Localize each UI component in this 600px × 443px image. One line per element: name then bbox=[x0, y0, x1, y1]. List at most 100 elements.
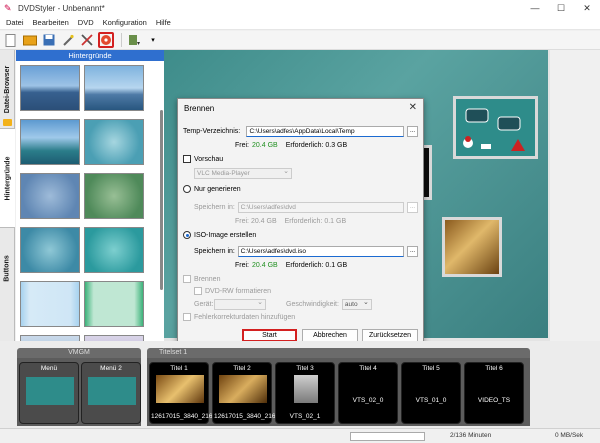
background-thumb[interactable] bbox=[20, 65, 80, 111]
iso-free-label: Frei: bbox=[235, 261, 249, 269]
video-thumbnail bbox=[219, 375, 267, 403]
generate-save-label: Speichern in: bbox=[194, 203, 235, 211]
folder-icon bbox=[3, 119, 12, 126]
tab-file-browser-label: Datei-Browser bbox=[4, 65, 11, 113]
title-item-1-label: Titel 1 bbox=[170, 365, 188, 372]
iso-browse-button[interactable]: ... bbox=[407, 245, 418, 257]
title-item-3[interactable]: Titel 3 VTS_02_1 bbox=[275, 362, 335, 424]
temp-dir-input[interactable]: C:\Users\adfes\AppData\Local\Temp bbox=[246, 125, 405, 137]
title-item-4-name: VTS_02_0 bbox=[352, 397, 384, 404]
settings-tools-icon[interactable] bbox=[79, 32, 95, 48]
menu-hilfe[interactable]: Hilfe bbox=[156, 18, 171, 27]
backgrounds-panel: Hintergründe bbox=[16, 50, 164, 341]
tab-file-browser[interactable]: Datei-Browser bbox=[0, 50, 15, 128]
minimize-icon[interactable]: — bbox=[522, 0, 548, 16]
iso-radio[interactable] bbox=[183, 231, 191, 239]
title-item-5-label: Titel 5 bbox=[422, 365, 440, 372]
title-item-2-label: Titel 2 bbox=[233, 365, 251, 372]
generate-only-row[interactable]: Nur generieren bbox=[183, 183, 418, 195]
menu-button-1[interactable] bbox=[453, 96, 538, 159]
background-thumb[interactable] bbox=[84, 119, 144, 165]
wand-icon[interactable] bbox=[60, 32, 76, 48]
panel-scrollbar[interactable] bbox=[160, 110, 163, 290]
preview-row[interactable]: Vorschau bbox=[183, 153, 418, 165]
tab-buttons-label: Buttons bbox=[4, 254, 12, 282]
generate-path-row: Speichern in: C:\Users\adfes\dvd ... bbox=[183, 201, 418, 213]
background-thumb[interactable] bbox=[84, 281, 144, 327]
title-item-1-name: 12617015_3840_2160_30fps bbox=[151, 413, 236, 420]
format-row[interactable]: DVD-RW formatieren bbox=[183, 285, 418, 297]
title-item-2[interactable]: Titel 2 12617015_3840_2160_30fps bbox=[212, 362, 299, 424]
toolbar: ▾ bbox=[0, 31, 600, 50]
generate-browse-button[interactable]: ... bbox=[407, 201, 418, 213]
ecc-checkbox[interactable] bbox=[183, 313, 191, 321]
iso-row[interactable]: ISO-Image erstellen bbox=[183, 229, 418, 241]
new-file-icon[interactable] bbox=[3, 32, 19, 48]
background-thumb[interactable] bbox=[20, 119, 80, 165]
background-thumb[interactable] bbox=[20, 281, 80, 327]
tab-backgrounds-label: Hintergründe bbox=[4, 156, 12, 200]
vmgm-menu-1[interactable]: Menü bbox=[19, 362, 79, 424]
generate-info: Frei: 20.4 GB Erforderlich: 0.1 GB bbox=[183, 215, 418, 227]
format-label: DVD-RW formatieren bbox=[205, 287, 271, 295]
menu-bar: Datei Bearbeiten DVD Konfiguration Hilfe bbox=[0, 16, 600, 30]
generate-only-radio[interactable] bbox=[183, 185, 191, 193]
menu-konfiguration[interactable]: Konfiguration bbox=[103, 18, 147, 27]
menu-thumbnail bbox=[26, 377, 74, 405]
background-thumb[interactable] bbox=[84, 227, 144, 273]
title-item-4[interactable]: Titel 4 VTS_02_0 bbox=[338, 362, 398, 424]
open-folder-icon[interactable] bbox=[22, 32, 38, 48]
menu-button-2[interactable] bbox=[442, 217, 502, 277]
titleset-header: Titelset 1 bbox=[147, 348, 530, 358]
temp-dir-info: Frei: 20.4 GB Erforderlich: 0.3 GB bbox=[183, 139, 418, 151]
close-icon[interactable]: ✕ bbox=[409, 102, 417, 113]
rate-status: 0 MB/Sek bbox=[555, 432, 584, 439]
background-thumb[interactable] bbox=[20, 173, 80, 219]
iso-info: Frei: 20.4 GB Erforderlich: 0.1 GB bbox=[183, 259, 418, 271]
title-item-6-label: Titel 6 bbox=[485, 365, 503, 372]
device-row: Gerät: Geschwindigkeit: auto bbox=[183, 298, 418, 310]
preview-checkbox[interactable] bbox=[183, 155, 191, 163]
background-thumb[interactable] bbox=[84, 65, 144, 111]
save-icon[interactable] bbox=[41, 32, 57, 48]
add-file-icon[interactable] bbox=[126, 32, 142, 48]
title-item-1[interactable]: Titel 1 12617015_3840_2160_30fps bbox=[149, 362, 236, 424]
generate-only-label: Nur generieren bbox=[194, 185, 241, 193]
burn-button-icon[interactable] bbox=[98, 32, 114, 48]
player-select[interactable]: VLC Media-Player bbox=[194, 167, 292, 179]
iso-path-input[interactable]: C:\Users\adfes\dvd.iso bbox=[237, 245, 405, 257]
ecc-label: Fehlerkorrekturdaten hinzufügen bbox=[194, 313, 296, 321]
minutes-status: 2/136 Minuten bbox=[450, 432, 492, 439]
ecc-row[interactable]: Fehlerkorrekturdaten hinzufügen bbox=[183, 311, 418, 323]
vmgm-menu-1-label: Menü bbox=[40, 365, 58, 372]
speed-select[interactable]: auto bbox=[341, 298, 372, 310]
vmgm-menu-2[interactable]: Menü 2 bbox=[81, 362, 141, 424]
burn-checkbox[interactable] bbox=[183, 275, 191, 283]
generate-path-input[interactable]: C:\Users\adfes\dvd bbox=[237, 201, 405, 213]
close-icon[interactable]: ✕ bbox=[574, 0, 600, 16]
menu-datei[interactable]: Datei bbox=[6, 18, 24, 27]
title-item-6[interactable]: Titel 6 VIDEO_TS bbox=[464, 362, 524, 424]
title-bar: ✎ DVDStyler - Unbenannt* — ☐ ✕ bbox=[0, 0, 600, 16]
tab-backgrounds[interactable]: Hintergründe bbox=[0, 128, 15, 228]
menu-bearbeiten[interactable]: Bearbeiten bbox=[33, 18, 69, 27]
side-tabs: Datei-Browser Hintergründe Buttons bbox=[0, 50, 15, 341]
title-item-5[interactable]: Titel 5 VTS_01_0 bbox=[401, 362, 461, 424]
background-thumb[interactable] bbox=[20, 227, 80, 273]
temp-dir-browse-button[interactable]: ... bbox=[407, 125, 418, 137]
device-select[interactable] bbox=[214, 298, 266, 310]
maximize-icon[interactable]: ☐ bbox=[548, 0, 574, 16]
title-item-6-name: VIDEO_TS bbox=[477, 397, 511, 404]
menu-dvd[interactable]: DVD bbox=[78, 18, 94, 27]
background-thumb[interactable] bbox=[84, 173, 144, 219]
title-item-3-name: VTS_02_1 bbox=[289, 413, 321, 420]
format-checkbox[interactable] bbox=[194, 287, 202, 295]
toolbar-separator bbox=[121, 33, 122, 47]
menu-thumbnail-icon bbox=[463, 108, 525, 151]
tab-buttons[interactable]: Buttons bbox=[0, 228, 15, 308]
menu-thumbnail bbox=[88, 377, 136, 405]
chevron-down-icon[interactable]: ▾ bbox=[145, 32, 161, 48]
preview-label: Vorschau bbox=[194, 155, 224, 163]
burn-label: Brennen bbox=[194, 275, 221, 283]
burn-row[interactable]: Brennen bbox=[183, 273, 418, 285]
